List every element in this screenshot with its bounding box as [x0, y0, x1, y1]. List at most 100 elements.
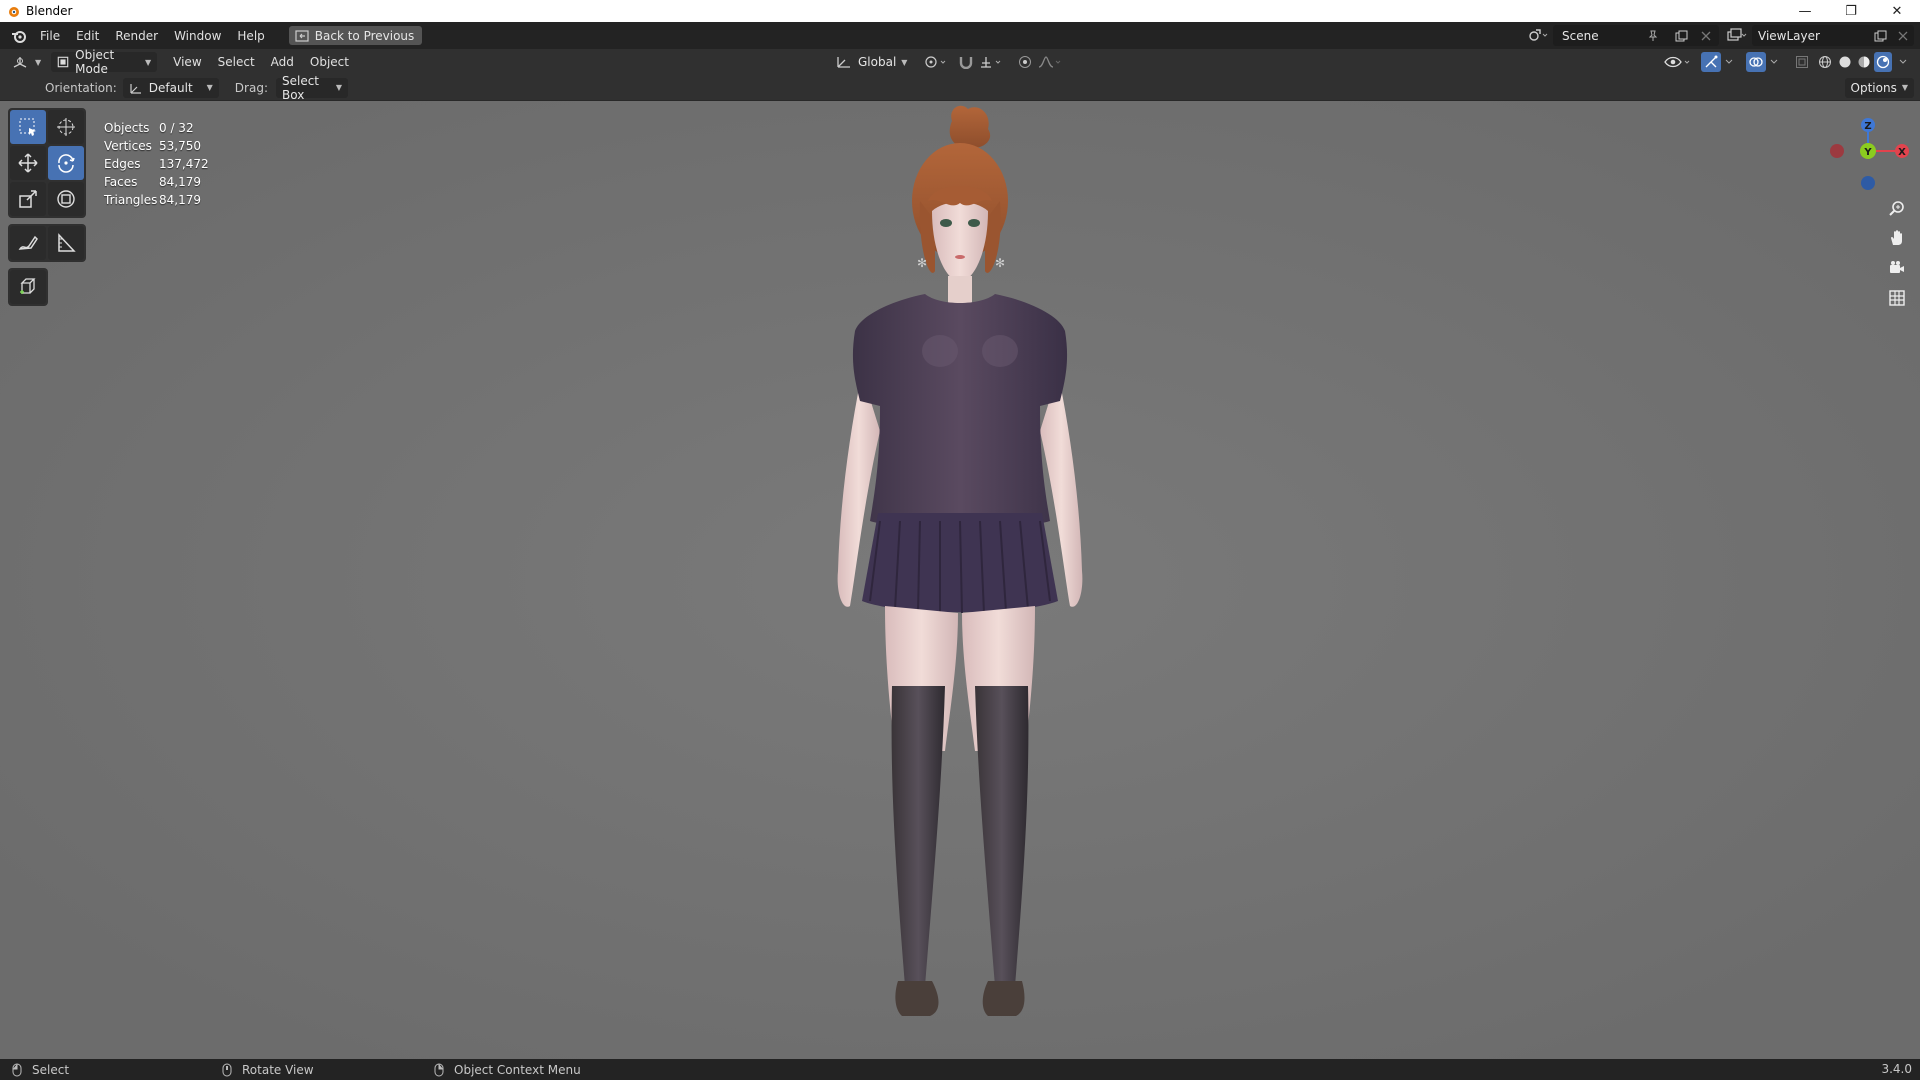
new-viewlayer-icon[interactable] [1874, 30, 1888, 42]
move-tool[interactable] [10, 146, 46, 180]
scale-tool[interactable] [10, 182, 46, 216]
menu-file[interactable]: File [32, 22, 68, 49]
viewlayer-browse-button[interactable] [1723, 25, 1751, 45]
viewlayer-selector[interactable]: ViewLayer [1752, 25, 1914, 46]
annotate-pencil-icon [18, 235, 38, 250]
options-label: Options [1850, 80, 1897, 95]
overlays-toggle[interactable] [1746, 52, 1766, 72]
xray-toggle[interactable] [1792, 52, 1812, 72]
proportional-falloff-button[interactable] [1036, 52, 1066, 72]
blender-topbar: File Edit Render Window Help Back to Pre… [0, 22, 1920, 49]
back-icon [295, 29, 309, 42]
axis-neg-x[interactable] [1830, 144, 1844, 158]
menu-edit[interactable]: Edit [68, 22, 107, 49]
stat-value: 84,179 [159, 193, 201, 207]
menu-select[interactable]: Select [210, 49, 263, 76]
snap-toggle[interactable] [955, 52, 977, 72]
scene-browse-button[interactable] [1524, 25, 1552, 45]
blender-version: 3.4.0 [1881, 1062, 1912, 1076]
gizmo-toggle[interactable] [1701, 52, 1721, 72]
grid-icon [1889, 290, 1905, 306]
status-bar: Select Rotate View Object Context Menu 3… [0, 1059, 1920, 1080]
3d-viewport[interactable]: ✻ ✻ Objects 0 / 32 Vertices 53,750 Edges… [0, 101, 1920, 1059]
add-cube-icon [20, 278, 36, 294]
shading-wireframe-button[interactable] [1816, 52, 1834, 72]
axis-y-label: Y [1863, 147, 1872, 158]
shading-material-button[interactable] [1855, 52, 1873, 72]
new-scene-icon[interactable] [1675, 30, 1689, 42]
stat-label: Edges [104, 157, 141, 171]
overlays-dropdown[interactable] [1767, 52, 1781, 72]
shading-dropdown[interactable] [1896, 52, 1910, 72]
menu-add[interactable]: Add [263, 49, 302, 76]
scene-selector[interactable]: Scene [1553, 25, 1719, 46]
orientation-dropdown[interactable]: Default ▼ [122, 77, 219, 98]
close-button[interactable]: ✕ [1874, 0, 1920, 22]
select-box-tool[interactable] [10, 110, 46, 144]
chevron-down-icon [1899, 59, 1907, 64]
pan-view-button[interactable] [1884, 225, 1910, 251]
magnet-icon [959, 57, 973, 69]
cursor-tool[interactable] [48, 110, 84, 144]
shading-rendered-button[interactable] [1874, 52, 1892, 72]
hand-icon [1891, 230, 1902, 245]
mode-dropdown[interactable]: Object Mode ▼ [51, 48, 158, 76]
zoom-icon [1889, 201, 1904, 216]
proportional-edit-toggle[interactable] [1015, 52, 1035, 72]
measure-tool[interactable] [48, 226, 84, 260]
blender-logo-icon[interactable] [8, 27, 30, 45]
material-sphere-icon [1858, 56, 1870, 68]
gizmo-dropdown[interactable] [1722, 52, 1736, 72]
select-box-icon [19, 118, 36, 136]
wireframe-sphere-icon [1819, 56, 1831, 68]
pivot-point-button[interactable] [922, 52, 952, 72]
status-select-hint: Select [12, 1061, 69, 1078]
maximize-button[interactable]: ❐ [1828, 0, 1874, 22]
tool-shelf [8, 108, 88, 312]
menu-render[interactable]: Render [107, 22, 166, 49]
stat-row: Vertices 53,750 [104, 137, 209, 155]
shading-solid-button[interactable] [1836, 52, 1854, 72]
pin-icon[interactable] [1647, 30, 1659, 42]
menu-view[interactable]: View [165, 49, 209, 76]
proportional-edit-icon [1019, 56, 1031, 68]
rotate-tool[interactable] [48, 146, 84, 180]
annotate-tool-group [8, 224, 86, 262]
annotate-tool[interactable] [10, 226, 46, 260]
transform-tool[interactable] [48, 182, 84, 216]
minimize-button[interactable]: — [1782, 0, 1828, 22]
camera-view-button[interactable] [1884, 255, 1910, 281]
add-cube-tool[interactable] [10, 270, 46, 304]
menu-object[interactable]: Object [302, 49, 357, 76]
options-dropdown[interactable]: Options ▼ [1844, 77, 1914, 98]
toggle-perspective-button[interactable] [1884, 285, 1910, 311]
falloff-curve-icon [1038, 56, 1061, 68]
status-rotate-label: Rotate View [242, 1062, 314, 1077]
stat-label: Vertices [104, 139, 152, 153]
delete-scene-icon[interactable] [1701, 31, 1711, 41]
axis-neg-z[interactable] [1861, 176, 1875, 190]
cursor-icon [57, 118, 75, 136]
delete-viewlayer-icon[interactable] [1898, 31, 1908, 41]
eye-icon [1664, 56, 1690, 68]
transform-icon [57, 190, 75, 208]
selectability-visibility-button[interactable] [1663, 52, 1693, 72]
stat-label: Faces [104, 175, 138, 189]
character-model: ✻ ✻ [0, 101, 1920, 1059]
menu-window[interactable]: Window [166, 22, 229, 49]
mouse-right-icon [434, 1063, 444, 1076]
add-tool-group [8, 268, 48, 306]
transform-orientation-dropdown[interactable]: Global ▼ [830, 52, 913, 72]
scale-icon [19, 190, 37, 208]
stat-label: Objects [104, 121, 150, 135]
mode-label: Object Mode [75, 48, 115, 76]
snap-target-button[interactable] [978, 52, 1006, 72]
camera-icon [1890, 261, 1904, 273]
navigation-gizmo[interactable]: Z Y X [1820, 107, 1920, 197]
zoom-view-button[interactable] [1884, 195, 1910, 221]
solid-sphere-icon [1839, 56, 1851, 68]
menu-help[interactable]: Help [229, 22, 272, 49]
drag-dropdown[interactable]: Select Box ▼ [275, 74, 348, 102]
back-to-previous-button[interactable]: Back to Previous [288, 26, 423, 45]
editor-type-button[interactable]: ▼ [8, 52, 45, 72]
